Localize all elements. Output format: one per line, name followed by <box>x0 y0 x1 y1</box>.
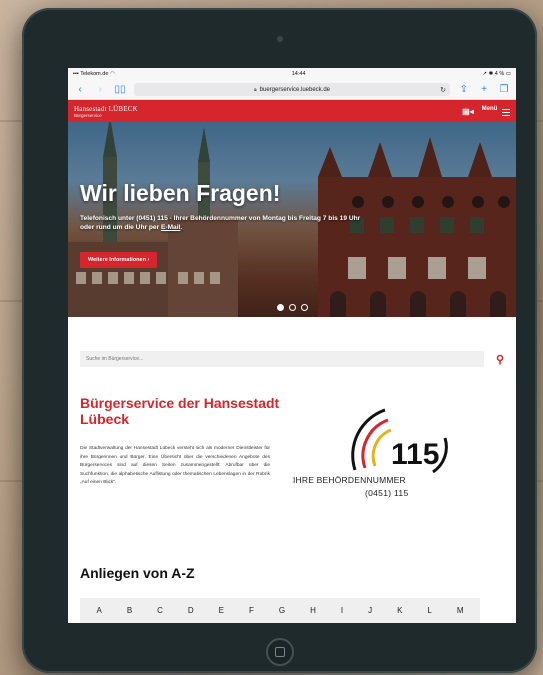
site-logo[interactable]: Hansestadt LÜBECK Bürgerservice <box>74 105 138 118</box>
new-tab-icon[interactable]: + <box>478 84 490 95</box>
screen: ▪▪▪ Telekom.de ◠ 14:44 ➚ ✱ 4 % ▭ ‹ › ▯▯ … <box>68 68 516 623</box>
az-letter[interactable]: K <box>397 606 402 615</box>
az-letter[interactable]: F <box>249 606 254 615</box>
share-icon[interactable]: ⇪ <box>458 84 470 95</box>
badge-line1: IHRE BEHÖRDENNUMMER <box>293 475 406 485</box>
status-bar: ▪▪▪ Telekom.de ◠ 14:44 ➚ ✱ 4 % ▭ <box>68 68 516 80</box>
az-letter[interactable]: A <box>96 606 101 615</box>
az-letter[interactable]: J <box>368 606 372 615</box>
more-info-button[interactable]: Weitere Informationen › <box>80 252 158 268</box>
az-letter[interactable]: H <box>310 606 316 615</box>
carousel-dots <box>68 304 516 311</box>
carousel-dot[interactable] <box>288 304 296 311</box>
hamburger-icon <box>502 109 510 116</box>
brand-name: Hansestadt LÜBECK <box>74 104 138 113</box>
battery-indicator: ➚ ✱ 4 % ▭ <box>482 71 511 77</box>
badge-line2: (0451) 115 <box>365 488 409 498</box>
menu-button[interactable]: Menü <box>481 106 510 116</box>
browser-toolbar: ‹ › ▯▯ 🔒︎ buergerservice.luebeck.de ↻ ⇪ … <box>68 80 516 100</box>
lock-icon: 🔒︎ <box>253 86 257 93</box>
address-bar[interactable]: 🔒︎ buergerservice.luebeck.de ↻ <box>134 83 450 96</box>
camera <box>277 36 283 42</box>
115-logo: 115 IHRE BEHÖRDENNUMMER (0451) 115 <box>293 398 473 508</box>
az-letter[interactable]: I <box>341 606 343 615</box>
tabs-icon[interactable]: ❐ <box>498 84 510 95</box>
bookmarks-icon[interactable]: ▯▯ <box>114 84 126 95</box>
carrier-label: ▪▪▪ Telekom.de ◠ <box>73 71 115 77</box>
carousel-dot[interactable] <box>276 304 284 311</box>
site-header: Hansestadt LÜBECK Bürgerservice ▤◂ Menü <box>68 100 516 122</box>
hero-title: Wir lieben Fragen! <box>80 180 281 206</box>
email-link[interactable]: E-Mail <box>161 224 180 231</box>
intro-text: Die Stadtverwaltung der Hansestadt Lübec… <box>80 446 270 486</box>
az-letter[interactable]: L <box>427 606 431 615</box>
menu-label: Menü <box>481 106 498 113</box>
az-letter[interactable]: B <box>127 606 132 615</box>
back-icon[interactable]: ‹ <box>74 84 86 95</box>
hero-text: Telefonisch unter (0451) 115 - Ihrer Beh… <box>80 215 361 231</box>
hero-banner: Wir lieben Fragen! Telefonisch unter (04… <box>68 122 516 317</box>
az-letter[interactable]: C <box>157 606 163 615</box>
search-bar: ⚲ <box>80 351 504 367</box>
search-icon[interactable]: ⚲ <box>484 353 504 366</box>
url-text: buergerservice.luebeck.de <box>259 86 331 93</box>
carousel-dot[interactable] <box>300 304 308 311</box>
reload-icon[interactable]: ↻ <box>440 86 446 94</box>
115-arcs-icon: 115 <box>351 408 448 474</box>
forward-icon[interactable]: › <box>94 84 106 95</box>
status-time: 14:44 <box>291 71 306 77</box>
az-letter[interactable]: E <box>219 606 224 615</box>
brand-sub: Bürgerservice <box>74 112 102 118</box>
az-letter[interactable]: G <box>279 606 285 615</box>
search-input[interactable] <box>80 351 484 367</box>
page-title: Bürgerservice der Hansestadt Lübeck <box>80 395 280 427</box>
read-aloud-icon[interactable]: ▤◂ <box>462 107 474 116</box>
badge-number: 115 <box>391 438 439 471</box>
tablet-frame: ▪▪▪ Telekom.de ◠ 14:44 ➚ ✱ 4 % ▭ ‹ › ▯▯ … <box>22 8 537 673</box>
az-heading: Anliegen von A-Z <box>80 565 195 581</box>
az-letter[interactable]: M <box>457 606 464 615</box>
home-button[interactable] <box>266 638 294 666</box>
az-letter-bar: A B C D E F G H I J K L M <box>80 598 480 623</box>
az-letter[interactable]: D <box>188 606 194 615</box>
